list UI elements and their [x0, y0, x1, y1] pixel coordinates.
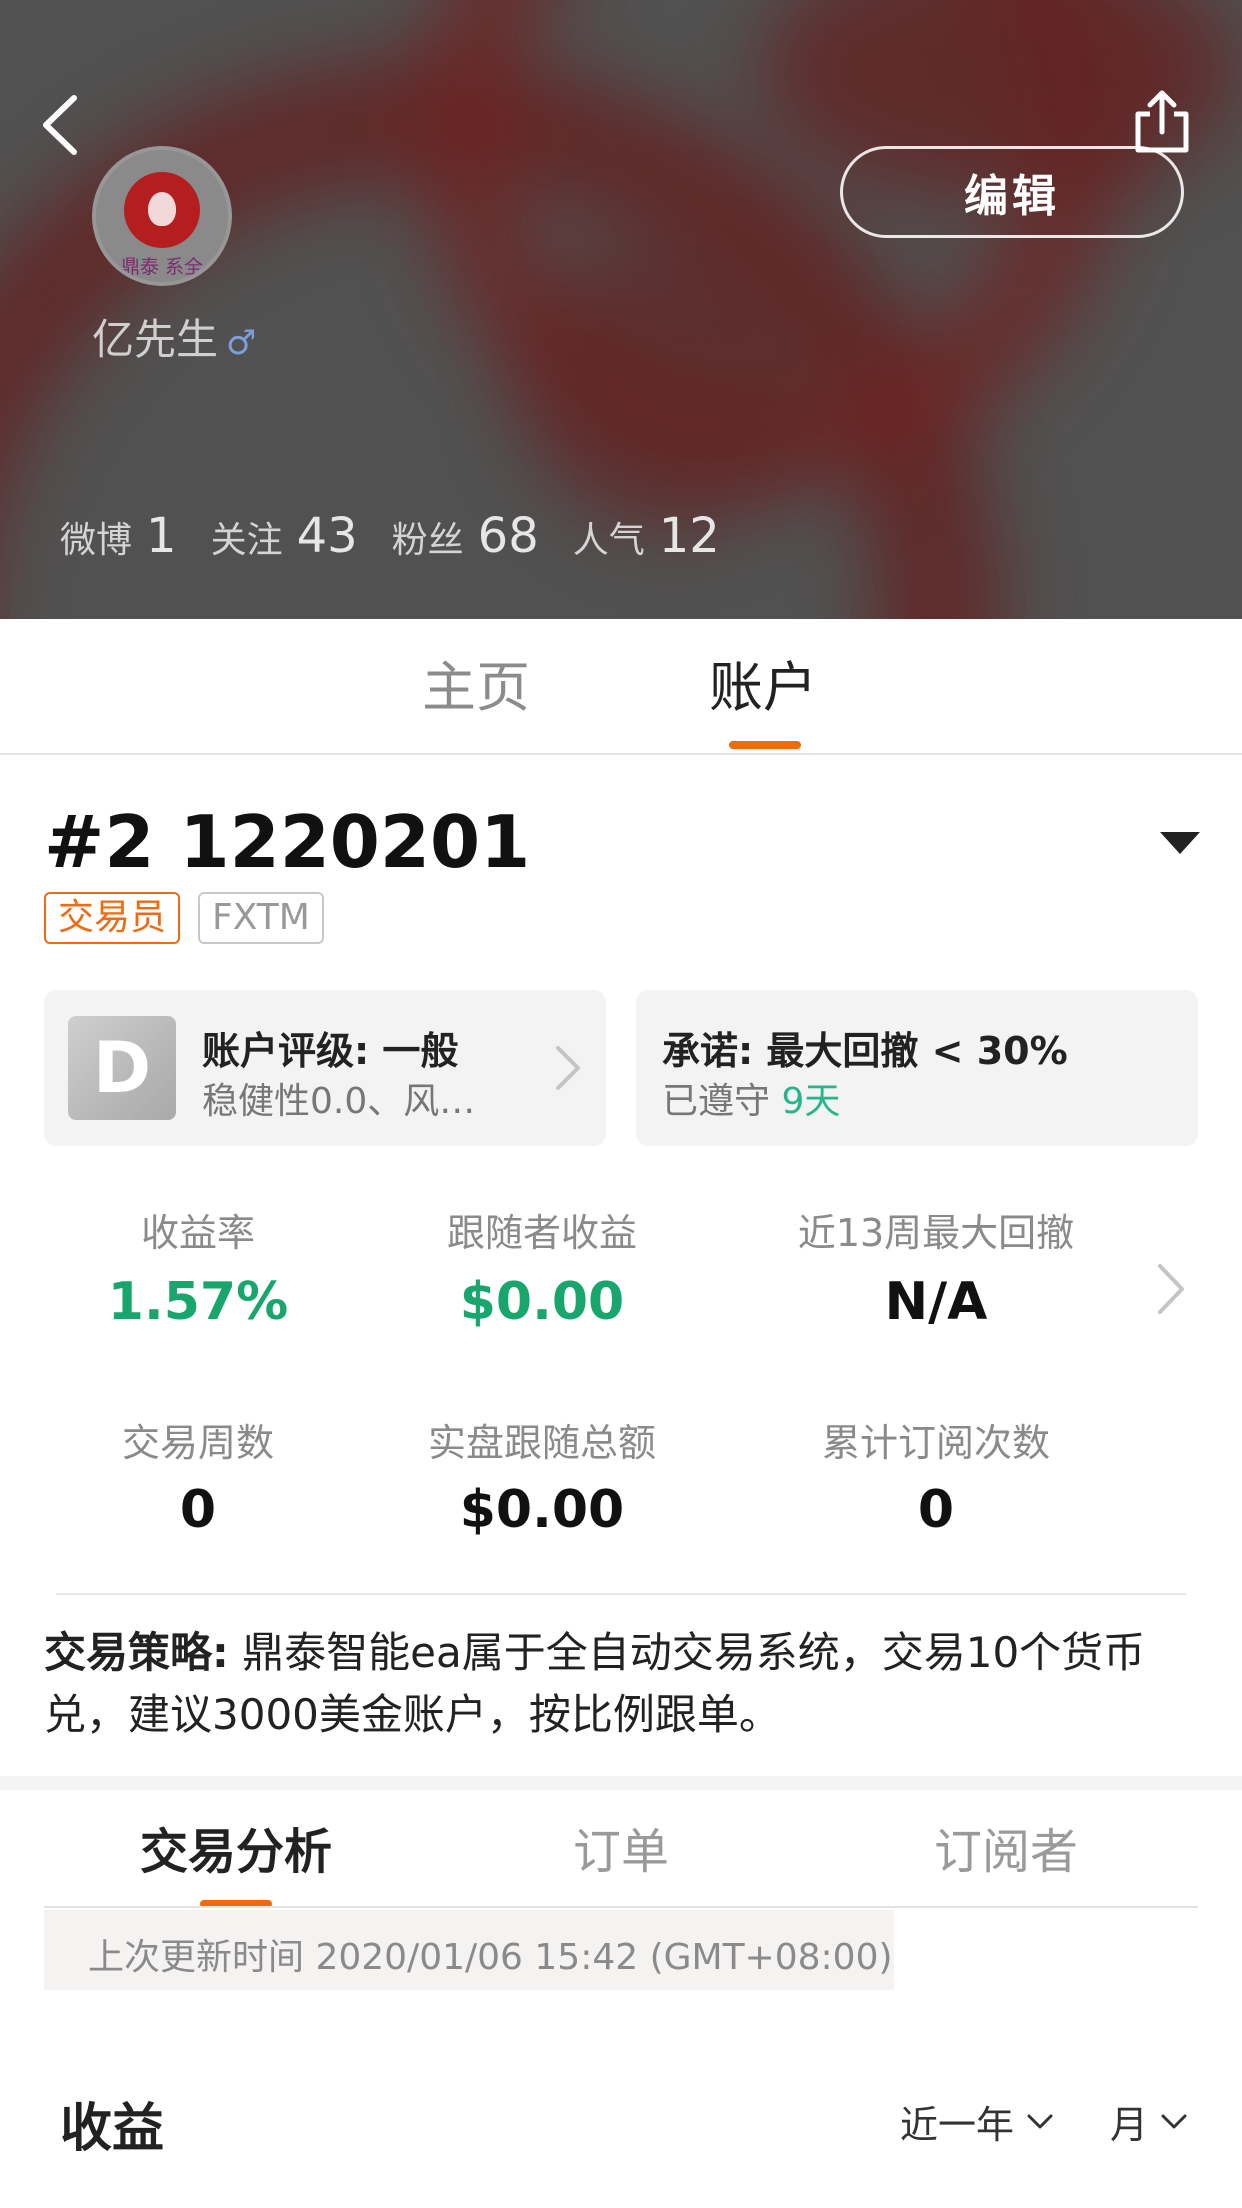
active-tab-indicator: [729, 741, 801, 749]
strategy-label: 交易策略:: [44, 1628, 229, 1677]
tab-trade-analysis[interactable]: 交易分析: [140, 1812, 332, 1882]
promise-status-label: 已遵守: [662, 1081, 771, 1122]
metric-max-drawdown-label: 近13周最大回撤: [797, 1211, 1075, 1255]
metric-subscriptions-value: 0: [917, 1480, 955, 1540]
metric-return-value: 1.57%: [107, 1272, 289, 1332]
metrics-more-button[interactable]: [1150, 1258, 1190, 1320]
promise-status: 已遵守 9天: [662, 1072, 840, 1124]
metric-subscriptions-label: 累计订阅次数: [821, 1421, 1050, 1465]
metric-follow-total-value: $0.00: [459, 1480, 625, 1540]
chevron-down-icon: [1161, 2114, 1187, 2128]
broker-tag: FXTM: [198, 892, 324, 944]
account-rating-card[interactable]: D 账户评级: 一般 稳健性0.0、风…: [44, 990, 606, 1146]
stat-weibo-label[interactable]: 微博: [60, 511, 132, 563]
stat-following-value[interactable]: 43: [297, 508, 358, 564]
main-tab-bar: 主页 账户: [0, 619, 1242, 755]
stat-following-label[interactable]: 关注: [211, 511, 283, 563]
avatar[interactable]: 鼎泰 系全: [92, 146, 232, 286]
brand-logo-icon: [124, 172, 200, 248]
trading-strategy: 交易策略: 鼎泰智能ea属于全自动交易系统，交易10个货币兑，建议3000美金账…: [44, 1622, 1194, 1746]
divider: [56, 1593, 1186, 1595]
promise-card: 承诺: 最大回撤 < 30% 已遵守 9天: [636, 990, 1198, 1146]
metric-follower-profit-label: 跟随者收益: [446, 1211, 637, 1255]
grade-badge: D: [68, 1016, 176, 1120]
tab-home[interactable]: 主页: [422, 643, 530, 722]
divider: [44, 1906, 1198, 1908]
stat-fans-value[interactable]: 68: [478, 508, 539, 564]
trader-tag: 交易员: [44, 892, 181, 944]
stat-popularity-value: 12: [658, 508, 720, 564]
avatar-seal-text: 鼎泰 系全: [120, 256, 204, 278]
period-filter-label: 月: [1110, 2103, 1149, 2147]
account-dropdown-icon[interactable]: [1160, 832, 1200, 854]
account-id: #2 1220201: [44, 800, 531, 884]
range-filter-label: 近一年: [900, 2103, 1015, 2147]
rating-subtitle: 稳健性0.0、风…: [202, 1081, 476, 1122]
rating-title: 账户评级: 一般: [202, 1029, 459, 1073]
metric-trade-weeks-label: 交易周数: [121, 1421, 274, 1465]
edit-profile-button[interactable]: 编辑: [840, 146, 1184, 238]
profile-stats: 微博 1 关注 43 粉丝 68 人气 12: [60, 508, 754, 564]
chevron-right-icon: [1158, 1264, 1184, 1314]
last-updated-text: 上次更新时间 2020/01/06 15:42 (GMT+08:00): [88, 1937, 893, 1978]
username-text: 亿先生: [92, 315, 219, 364]
promise-days: 9天: [781, 1081, 841, 1122]
chevron-left-icon: [43, 95, 77, 155]
section-separator: [0, 1776, 1242, 1790]
stat-weibo-value[interactable]: 1: [146, 508, 177, 564]
metric-return-label: 收益率: [140, 1211, 255, 1255]
metric-trade-weeks-value: 0: [179, 1480, 217, 1540]
tab-subscribers[interactable]: 订阅者: [934, 1812, 1078, 1882]
promise-title: 承诺: 最大回撤 < 30%: [662, 1029, 1068, 1073]
tab-account[interactable]: 账户: [709, 643, 817, 722]
male-icon: ♂: [226, 323, 257, 363]
metric-follower-profit-value: $0.00: [459, 1272, 625, 1332]
back-button[interactable]: [36, 90, 86, 160]
period-filter[interactable]: 月: [1110, 2094, 1188, 2149]
metric-max-drawdown-value: N/A: [884, 1272, 988, 1332]
metric-follow-total-label: 实盘跟随总额: [427, 1421, 656, 1465]
earnings-title: 收益: [60, 2099, 165, 2159]
stat-popularity-label: 人气: [572, 520, 645, 561]
stat-fans-label[interactable]: 粉丝: [392, 511, 464, 563]
username: 亿先生 ♂: [92, 306, 257, 367]
last-updated-bar: 上次更新时间 2020/01/06 15:42 (GMT+08:00): [44, 1910, 894, 1990]
profile-header: 编辑 鼎泰 系全 亿先生 ♂ 微博 1 关注 43 粉丝 68 人气 12: [0, 0, 1242, 619]
chevron-right-icon: [548, 1040, 588, 1096]
range-filter[interactable]: 近一年: [900, 2094, 1054, 2149]
chevron-down-icon: [1027, 2114, 1053, 2128]
tab-orders[interactable]: 订单: [573, 1812, 669, 1882]
